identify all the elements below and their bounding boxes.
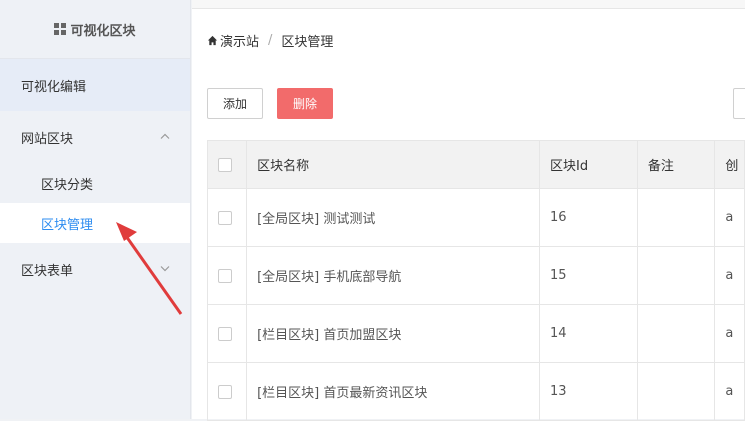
column-header-note: 备注 <box>636 140 716 189</box>
sidebar-item-label: 区块分类 <box>41 177 94 193</box>
cell-name: [栏目区块] 首页加盟区块 <box>246 304 540 363</box>
add-button[interactable]: 添加 <box>207 88 263 119</box>
row-select-cell[interactable] <box>206 246 248 305</box>
cell-note <box>636 304 716 363</box>
cell-name: [栏目区块] 首页最新资讯区块 <box>246 362 540 421</box>
sidebar-item-block-manage[interactable]: 区块管理 <box>0 203 190 243</box>
breadcrumb: 演示站 / 区块管理 <box>207 31 333 50</box>
sidebar-item-block-forms[interactable]: 区块表单 <box>0 243 190 295</box>
cell-name: [全局区块] 测试测试 <box>246 188 540 247</box>
sidebar-title: 可视化区块 <box>70 23 136 39</box>
sidebar-item-label: 可视化编辑 <box>21 79 87 95</box>
row-checkbox[interactable] <box>218 210 232 225</box>
sidebar-item-block-category[interactable]: 区块分类 <box>0 163 190 203</box>
sidebar-item-label: 区块表单 <box>21 263 74 279</box>
table-header-row: 区块名称 区块Id 备注 创 <box>206 140 745 189</box>
cell-extra: a <box>714 362 745 421</box>
cell-extra: a <box>714 246 745 305</box>
sidebar-item-visual-edit[interactable]: 可视化编辑 <box>0 59 190 111</box>
select-all-cell[interactable] <box>206 140 248 189</box>
breadcrumb-separator: / <box>268 33 273 48</box>
cell-id: 15 <box>539 246 638 305</box>
sidebar-item-label: 区块管理 <box>41 217 94 233</box>
row-checkbox[interactable] <box>218 268 232 283</box>
column-header-extra: 创 <box>714 140 745 189</box>
cell-id: 16 <box>539 188 638 247</box>
cell-id: 13 <box>539 362 638 421</box>
row-select-cell[interactable] <box>206 362 248 421</box>
top-tab-strip <box>192 0 745 9</box>
main-content: 演示站 / 区块管理 添加 删除 区块名称 区块Id 备注 创 [全局区块] 测… <box>192 0 745 421</box>
chevron-up-icon <box>160 132 170 143</box>
table-row: [栏目区块] 首页最新资讯区块 13 a <box>206 362 745 421</box>
cell-note <box>636 188 716 247</box>
sidebar: 可视化区块 可视化编辑 网站区块 区块分类 区块管理 区块表单 <box>0 0 191 419</box>
table-row: [全局区块] 手机底部导航 15 a <box>206 246 745 305</box>
sidebar-header: 可视化区块 <box>0 0 190 59</box>
breadcrumb-current: 区块管理 <box>281 35 334 50</box>
chevron-down-icon <box>160 264 170 275</box>
table-row: [全局区块] 测试测试 16 a <box>206 188 745 247</box>
toolbar-right-control[interactable] <box>733 88 745 119</box>
delete-button[interactable]: 删除 <box>277 88 333 119</box>
cell-note <box>636 246 716 305</box>
block-table: 区块名称 区块Id 备注 创 [全局区块] 测试测试 16 a [全局区块] 手… <box>206 140 745 421</box>
select-all-checkbox[interactable] <box>218 157 232 172</box>
row-checkbox[interactable] <box>218 384 232 399</box>
grid-icon <box>54 23 67 35</box>
cell-extra: a <box>714 188 745 247</box>
row-select-cell[interactable] <box>206 304 248 363</box>
column-header-id: 区块Id <box>539 140 638 189</box>
cell-name: [全局区块] 手机底部导航 <box>246 246 540 305</box>
cell-note <box>636 362 716 421</box>
home-icon <box>207 35 218 46</box>
cell-extra: a <box>714 304 745 363</box>
cell-id: 14 <box>539 304 638 363</box>
sidebar-item-label: 网站区块 <box>21 131 74 147</box>
sidebar-item-site-blocks[interactable]: 网站区块 <box>0 111 190 163</box>
table-row: [栏目区块] 首页加盟区块 14 a <box>206 304 745 363</box>
row-checkbox[interactable] <box>218 326 232 341</box>
column-header-name: 区块名称 <box>246 140 540 189</box>
row-select-cell[interactable] <box>206 188 248 247</box>
breadcrumb-home[interactable]: 演示站 <box>220 31 259 50</box>
